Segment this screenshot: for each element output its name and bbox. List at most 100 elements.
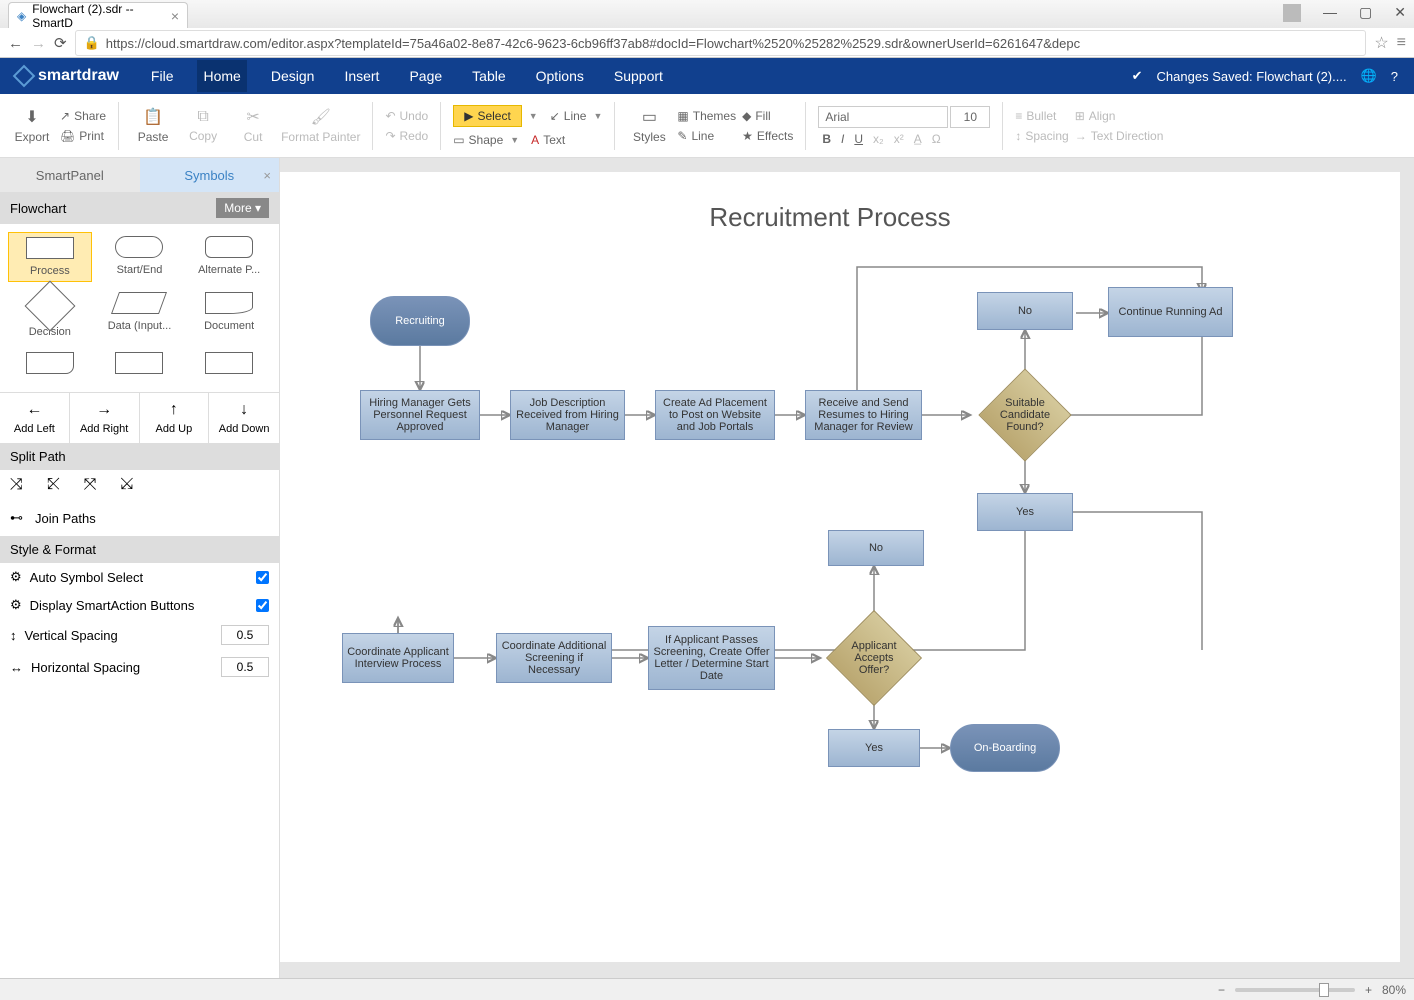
node-yes1[interactable]: Yes bbox=[977, 493, 1073, 531]
node-continue[interactable]: Continue Running Ad bbox=[1108, 287, 1233, 337]
styles-button[interactable]: ▭Styles bbox=[627, 107, 671, 144]
line-tool[interactable]: ↙Line▼ bbox=[550, 109, 603, 123]
line-style-button[interactable]: ✎Line bbox=[677, 129, 736, 143]
node-onboarding[interactable]: On-Boarding bbox=[950, 724, 1060, 772]
add-up-button[interactable]: ↑Add Up bbox=[140, 393, 210, 443]
shape-extra2[interactable] bbox=[98, 348, 182, 378]
text-direction-button[interactable]: →Text Direction bbox=[1075, 129, 1164, 143]
copy-button[interactable]: ⧉Copy bbox=[181, 108, 225, 143]
split-2[interactable]: ⤪ bbox=[47, 476, 60, 494]
help-icon[interactable]: ? bbox=[1391, 69, 1398, 84]
underline-button[interactable]: U bbox=[854, 132, 863, 146]
tab-smartpanel[interactable]: SmartPanel bbox=[0, 158, 140, 192]
shape-data[interactable]: Data (Input... bbox=[98, 288, 182, 342]
format-painter-button[interactable]: 🖌Format Painter bbox=[281, 107, 360, 144]
auto-select-checkbox[interactable] bbox=[256, 571, 269, 584]
zoom-in-button[interactable]: + bbox=[1365, 983, 1372, 997]
node-suitable[interactable]: Suitable Candidate Found? bbox=[978, 368, 1071, 461]
url-bar[interactable]: 🔒 https://cloud.smartdraw.com/editor.asp… bbox=[75, 30, 1367, 56]
node-no2[interactable]: No bbox=[828, 530, 924, 566]
undo-button[interactable]: ↶Undo bbox=[385, 109, 428, 123]
font-color-button[interactable]: A̲ bbox=[914, 132, 922, 146]
menu-support[interactable]: Support bbox=[608, 60, 669, 92]
node-accept[interactable]: Applicant Accepts Offer? bbox=[826, 610, 922, 706]
canvas[interactable]: Recruitment Process bbox=[280, 172, 1400, 962]
node-ad[interactable]: Create Ad Placement to Post on Website a… bbox=[655, 390, 775, 440]
add-right-button[interactable]: →Add Right bbox=[70, 393, 140, 443]
vspacing-input[interactable] bbox=[221, 625, 269, 645]
add-left-button[interactable]: ←Add Left bbox=[0, 393, 70, 443]
menu-design[interactable]: Design bbox=[265, 60, 321, 92]
cut-button[interactable]: ✂Cut bbox=[231, 107, 275, 144]
split-4[interactable]: ⤩ bbox=[120, 476, 133, 494]
more-button[interactable]: More ▾ bbox=[216, 198, 269, 218]
back-button[interactable]: ← bbox=[8, 35, 23, 52]
spacing-button[interactable]: ↕Spacing bbox=[1015, 129, 1068, 143]
tab-close-icon[interactable]: × bbox=[171, 8, 179, 24]
smart-action-checkbox[interactable] bbox=[256, 599, 269, 612]
menu-insert[interactable]: Insert bbox=[338, 60, 385, 92]
omega-button[interactable]: Ω bbox=[932, 132, 941, 146]
join-paths-button[interactable]: ⊷Join Paths bbox=[0, 500, 279, 536]
shape-extra1[interactable] bbox=[8, 348, 92, 378]
shape-tool[interactable]: ▭Shape▼ bbox=[453, 133, 519, 147]
close-window-icon[interactable]: ✕ bbox=[1394, 4, 1406, 22]
add-down-button[interactable]: ↓Add Down bbox=[209, 393, 279, 443]
select-button[interactable]: ▶ Select bbox=[453, 105, 522, 127]
themes-button[interactable]: ▦Themes bbox=[677, 109, 736, 123]
align-button[interactable]: ⊞Align bbox=[1075, 109, 1164, 123]
browser-tab[interactable]: ◈ Flowchart (2).sdr -- SmartD × bbox=[8, 2, 188, 28]
zoom-out-button[interactable]: − bbox=[1218, 983, 1225, 997]
shape-decision[interactable]: Decision bbox=[8, 288, 92, 342]
font-select[interactable]: Arial bbox=[818, 106, 948, 128]
node-yes2[interactable]: Yes bbox=[828, 729, 920, 767]
close-symbols-icon[interactable]: × bbox=[263, 168, 271, 183]
hspacing-input[interactable] bbox=[221, 657, 269, 677]
node-approval[interactable]: Hiring Manager Gets Personnel Request Ap… bbox=[360, 390, 480, 440]
globe-icon[interactable]: 🌐 bbox=[1361, 68, 1377, 84]
minimize-icon[interactable]: — bbox=[1323, 4, 1337, 22]
node-screening[interactable]: Coordinate Additional Screening if Neces… bbox=[496, 633, 612, 683]
node-no1[interactable]: No bbox=[977, 292, 1073, 330]
shape-alternate[interactable]: Alternate P... bbox=[187, 232, 271, 282]
reload-button[interactable]: ⟳ bbox=[54, 34, 67, 52]
italic-button[interactable]: I bbox=[841, 132, 844, 146]
superscript-button[interactable]: x² bbox=[894, 132, 904, 146]
tab-symbols[interactable]: Symbols × bbox=[140, 158, 280, 192]
shape-startend[interactable]: Start/End bbox=[98, 232, 182, 282]
node-resumes[interactable]: Receive and Send Resumes to Hiring Manag… bbox=[805, 390, 922, 440]
select-dropdown[interactable]: ▼ bbox=[529, 111, 538, 121]
menu-table[interactable]: Table bbox=[466, 60, 511, 92]
shape-process[interactable]: Process bbox=[8, 232, 92, 282]
split-3[interactable]: ⤧ bbox=[84, 476, 97, 494]
node-interview[interactable]: Coordinate Applicant Interview Process bbox=[342, 633, 454, 683]
text-tool[interactable]: AText bbox=[531, 133, 565, 147]
subscript-button[interactable]: x₂ bbox=[873, 132, 884, 146]
bookmark-icon[interactable]: ☆ bbox=[1374, 33, 1388, 53]
menu-options[interactable]: Options bbox=[530, 60, 590, 92]
browser-menu-icon[interactable]: ≡ bbox=[1397, 34, 1406, 52]
shape-document[interactable]: Document bbox=[187, 288, 271, 342]
node-jobdesc[interactable]: Job Description Received from Hiring Man… bbox=[510, 390, 625, 440]
node-offer[interactable]: If Applicant Passes Screening, Create Of… bbox=[648, 626, 775, 690]
paste-button[interactable]: 📋Paste bbox=[131, 107, 175, 144]
effects-button[interactable]: ★Effects bbox=[742, 129, 793, 143]
menu-home[interactable]: Home bbox=[197, 60, 246, 92]
menu-page[interactable]: Page bbox=[403, 60, 448, 92]
forward-button[interactable]: → bbox=[31, 35, 46, 52]
maximize-icon[interactable]: ▢ bbox=[1359, 4, 1372, 22]
node-recruiting[interactable]: Recruiting bbox=[370, 296, 470, 346]
font-size[interactable]: 10 bbox=[950, 106, 990, 128]
redo-button[interactable]: ↷Redo bbox=[385, 129, 428, 143]
bullet-button[interactable]: ≡Bullet bbox=[1015, 109, 1068, 123]
zoom-slider[interactable] bbox=[1235, 988, 1355, 992]
export-button[interactable]: ⬇Export bbox=[10, 107, 54, 144]
bold-button[interactable]: B bbox=[822, 132, 831, 146]
fill-button[interactable]: ◆Fill bbox=[742, 109, 793, 123]
share-button[interactable]: ↗Share bbox=[60, 109, 106, 123]
split-1[interactable]: ⤨ bbox=[10, 476, 23, 494]
app-logo[interactable]: smartdraw bbox=[16, 67, 119, 85]
print-button[interactable]: 🖨Print bbox=[60, 129, 106, 143]
menu-file[interactable]: File bbox=[145, 60, 180, 92]
shape-extra3[interactable] bbox=[187, 348, 271, 378]
